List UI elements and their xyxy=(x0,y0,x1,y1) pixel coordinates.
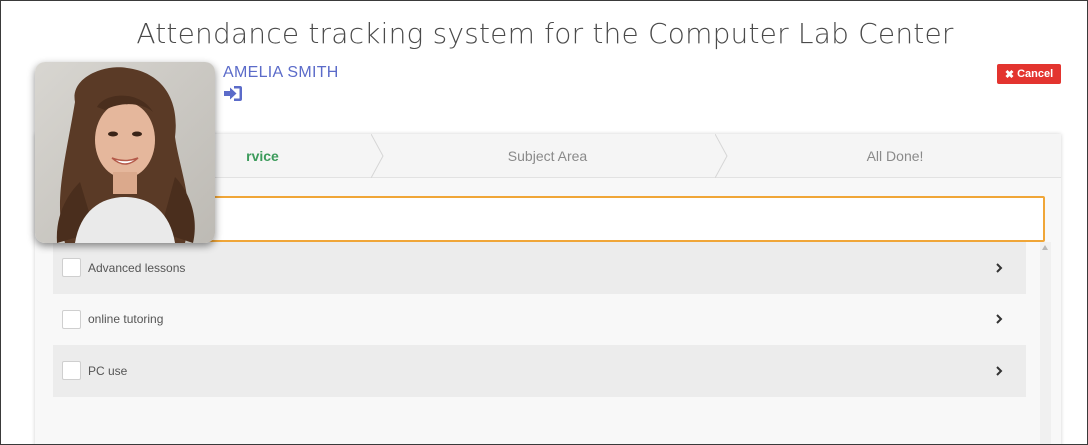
item-checkbox[interactable] xyxy=(62,309,81,329)
step-label: All Done! xyxy=(866,148,924,164)
list-item[interactable]: online tutoring xyxy=(53,293,1026,345)
app-window: Attendance tracking system for the Compu… xyxy=(0,0,1088,445)
cancel-label: Cancel xyxy=(1017,68,1054,80)
list-scrollbar[interactable] xyxy=(1040,242,1051,444)
list-item[interactable]: Advanced lessons xyxy=(53,242,1026,294)
user-avatar xyxy=(35,62,215,243)
search-input[interactable] xyxy=(175,196,1045,242)
scroll-up-arrow-icon[interactable] xyxy=(1042,245,1048,250)
item-label: online tutoring xyxy=(88,312,164,327)
step-divider xyxy=(715,134,728,178)
item-checkbox[interactable] xyxy=(62,361,81,381)
item-label: Advanced lessons xyxy=(88,260,186,275)
item-checkbox[interactable] xyxy=(62,258,81,278)
chevron-right-icon xyxy=(996,314,1003,324)
page-title: Attendance tracking system for the Compu… xyxy=(136,17,954,50)
step-label: rvice xyxy=(246,148,279,164)
chevron-right-icon xyxy=(996,263,1003,273)
step-all-done[interactable]: All Done! xyxy=(729,134,1061,178)
item-label: PC use xyxy=(88,363,128,378)
step-label: Subject Area xyxy=(507,148,588,164)
cancel-button[interactable]: ✖ Cancel xyxy=(997,64,1061,84)
chevron-right-icon xyxy=(996,366,1003,376)
service-list: Advanced lessons online tutoring PC use xyxy=(53,242,1026,397)
step-subject-area[interactable]: Subject Area xyxy=(385,134,710,178)
list-item[interactable]: PC use xyxy=(53,345,1026,397)
sign-in-icon[interactable] xyxy=(223,85,243,102)
close-icon: ✖ xyxy=(1004,68,1015,81)
user-name[interactable]: AMELIA SMITH xyxy=(223,64,339,82)
step-divider xyxy=(371,134,384,178)
